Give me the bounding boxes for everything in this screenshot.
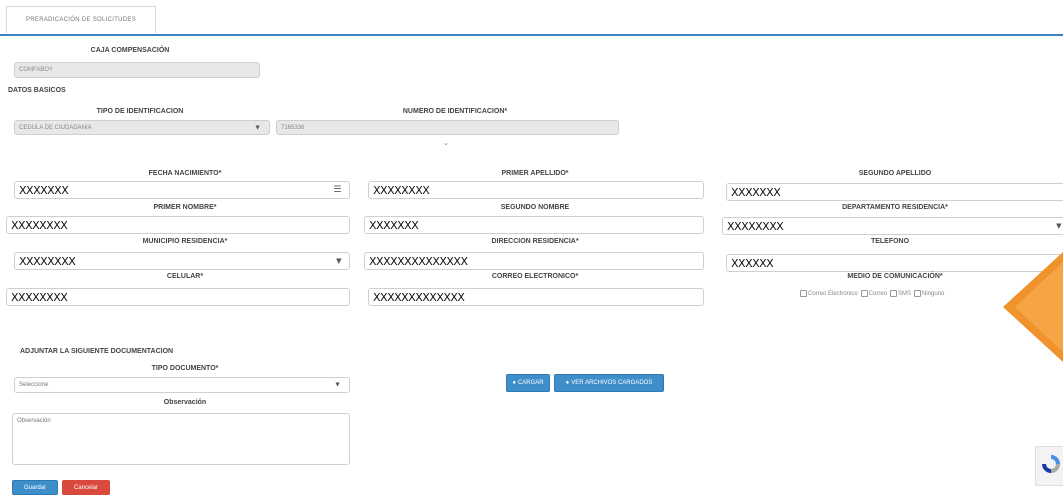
- tipo-documento-value: Seleccione: [19, 382, 49, 388]
- medio-comunicacion-label: MEDIO DE COMUNICACIÓN*: [847, 273, 943, 280]
- correo-value: XXXXXXXXXXXXX: [373, 290, 465, 304]
- ver-archivos-button-label: VER ARCHIVOS CARGADOS: [571, 380, 653, 386]
- primer-nombre-field[interactable]: XXXXXXXX: [6, 216, 350, 234]
- datos-basicos-title: DATOS BASICOS: [8, 87, 66, 94]
- tab-preradicacion[interactable]: PRERADICACIÓN DE SOLICITUDES: [6, 6, 156, 33]
- fecha-nacimiento-field[interactable]: XXXXXXX ☰: [14, 181, 350, 199]
- tipo-documento-select[interactable]: Seleccione ▼: [14, 377, 350, 393]
- cancelar-button-label: Cancelar: [73, 484, 98, 491]
- direccion-label: DIRECCION RESIDENCIA*: [491, 238, 579, 245]
- ver-archivos-button[interactable]: ● VER ARCHIVOS CARGADOS: [554, 374, 664, 392]
- municipio-value: XXXXXXXX: [19, 254, 76, 268]
- numero-identificacion-label: NUMERO DE IDENTIFICACION*: [402, 108, 508, 115]
- caja-field: COMFABOY: [14, 62, 260, 78]
- guardar-button-label: Guardar: [23, 484, 46, 491]
- cargar-button[interactable]: ● CARGAR: [506, 374, 550, 392]
- primer-nombre-value: XXXXXXXX: [11, 218, 68, 232]
- caja-value: COMFABOY: [19, 67, 54, 73]
- chevron-down-icon: ▼: [336, 257, 341, 265]
- segundo-apellido-value: XXXXXXX: [731, 185, 781, 199]
- chevron-down-icon: ⌄: [443, 140, 449, 147]
- eye-icon: ●: [565, 380, 570, 386]
- observacion-textarea[interactable]: [12, 413, 350, 465]
- recaptcha-icon: [1042, 455, 1060, 473]
- medio-option-label: Correo: [868, 291, 888, 298]
- tab-underline: [0, 34, 1063, 36]
- calendar-icon[interactable]: ☰: [333, 185, 341, 195]
- correo-field[interactable]: XXXXXXXXXXXXX: [368, 288, 704, 306]
- departamento-value: XXXXXXXX: [727, 219, 784, 233]
- segundo-nombre-field[interactable]: XXXXXXX: [364, 216, 704, 234]
- tipo-identificacion-select[interactable]: CEDULA DE CIUDADANIA ▼: [14, 120, 270, 135]
- medio-option-sms[interactable]: SMS: [890, 290, 911, 297]
- numero-identificacion-field[interactable]: 7165336: [276, 120, 619, 135]
- adjuntar-title: ADJUNTAR LA SIGUIENTE DOCUMENTACION: [20, 348, 174, 355]
- celular-field[interactable]: XXXXXXXX: [6, 288, 350, 306]
- checkbox-icon: [890, 290, 898, 297]
- direccion-value: XXXXXXXXXXXXXX: [369, 254, 468, 268]
- primer-apellido-label: PRIMER APELLIDO*: [501, 170, 569, 177]
- chevron-down-icon: ▼: [334, 381, 341, 389]
- municipio-select[interactable]: XXXXXXXX ▼: [14, 252, 350, 270]
- medio-option-label: SMS: [898, 291, 912, 298]
- correo-label: CORREO ELECTRONICO*: [491, 273, 579, 280]
- medio-option-label: Ninguno: [922, 291, 945, 298]
- numero-identificacion-value: 7165336: [281, 124, 305, 131]
- medio-option-correo-electronico[interactable]: Correo Electronico: [800, 290, 858, 297]
- chevron-down-icon: ▼: [1056, 222, 1061, 230]
- checkbox-icon: [860, 290, 868, 297]
- fecha-nacimiento-value: XXXXXXX: [19, 183, 69, 197]
- departamento-select[interactable]: XXXXXXXX ▼: [722, 217, 1063, 235]
- celular-value: XXXXXXXX: [11, 290, 68, 304]
- segundo-apellido-label: SEGUNDO APELLIDO: [858, 170, 932, 177]
- segundo-nombre-label: SEGUNDO NOMBRE: [500, 204, 570, 211]
- observacion-label: Observación: [163, 399, 207, 406]
- departamento-label: DEPARTAMENTO RESIDENCIA*: [842, 204, 948, 211]
- municipio-label: MUNICIPIO RESIDENCIA*: [142, 238, 228, 245]
- medio-option-label: Correo Electronico: [808, 291, 858, 298]
- direccion-field[interactable]: XXXXXXXXXXXXXX: [364, 252, 704, 270]
- fecha-nacimiento-label: FECHA NACIMIENTO*: [148, 170, 222, 177]
- segundo-apellido-field[interactable]: XXXXXXX: [726, 183, 1063, 201]
- guardar-button[interactable]: Guardar: [12, 480, 58, 495]
- recaptcha-badge[interactable]: [1035, 446, 1063, 486]
- medio-option-correo[interactable]: Correo: [860, 290, 888, 298]
- medio-comunicacion-options: Correo Electronico Correo SMS Ninguno: [800, 290, 944, 297]
- medio-option-ninguno[interactable]: Ninguno: [914, 290, 944, 297]
- cancelar-button[interactable]: Cancelar: [62, 480, 110, 495]
- checkbox-icon: [914, 290, 922, 297]
- telefono-value: XXXXXX: [731, 256, 774, 270]
- celular-label: CELULAR*: [166, 273, 204, 280]
- chevron-down-icon: ▼: [254, 124, 261, 131]
- tipo-documento-label: TIPO DOCUMENTO*: [151, 365, 219, 372]
- tipo-identificacion-value: CEDULA DE CIUDADANIA: [19, 124, 92, 131]
- cargar-button-label: CARGAR: [517, 380, 544, 386]
- primer-apellido-value: XXXXXXXX: [373, 183, 430, 197]
- segundo-nombre-value: XXXXXXX: [369, 218, 419, 232]
- caja-label: CAJA COMPENSACIÓN: [90, 47, 170, 54]
- checkbox-icon: [800, 290, 807, 297]
- upload-icon: ●: [512, 380, 516, 386]
- arrow-left-icon: [1003, 252, 1063, 362]
- primer-nombre-label: PRIMER NOMBRE*: [153, 204, 217, 211]
- primer-apellido-field[interactable]: XXXXXXXX: [368, 181, 704, 199]
- tipo-identificacion-label: TIPO DE IDENTIFICACION: [96, 108, 184, 115]
- telefono-label: TELEFONO: [870, 238, 910, 245]
